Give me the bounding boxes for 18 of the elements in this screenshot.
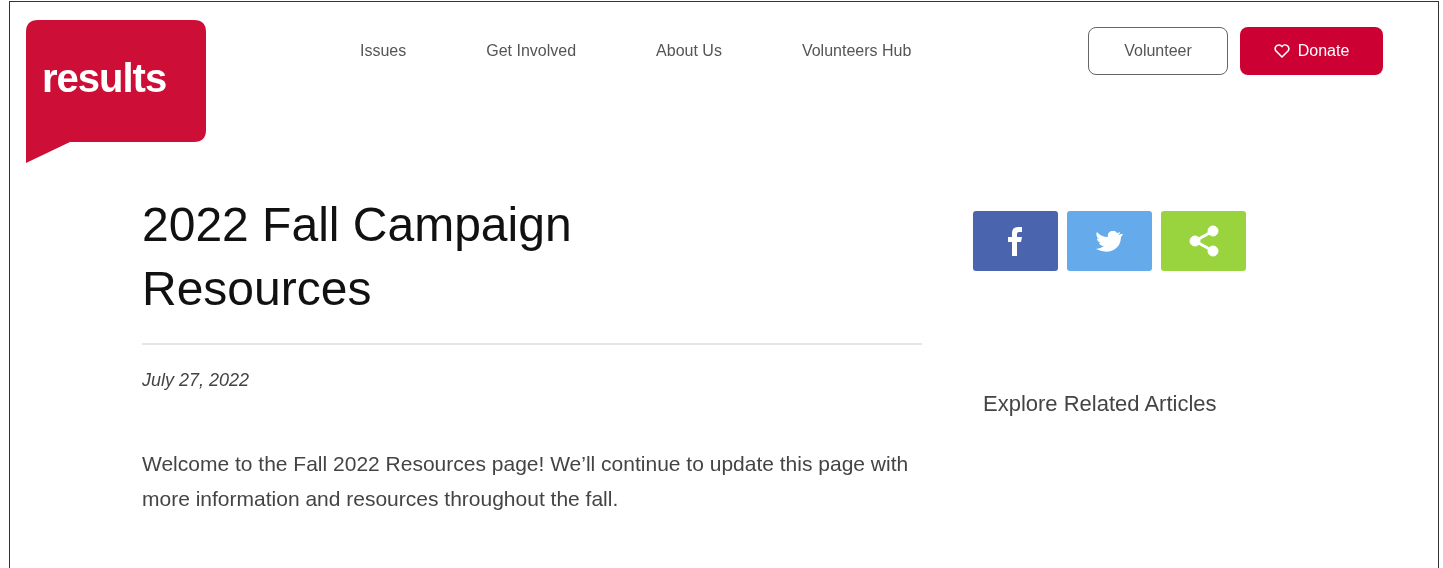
nav-link[interactable]: Issues (360, 40, 407, 62)
nav-link[interactable]: About Us (656, 40, 722, 62)
related-heading: Explore Related Articles (983, 391, 1218, 417)
twitter-button[interactable] (1067, 211, 1152, 271)
donate-button[interactable]: Donate (1240, 27, 1383, 75)
facebook-icon (1008, 226, 1023, 256)
heart-icon (1273, 44, 1290, 58)
bird-icon (1095, 230, 1124, 252)
logo-text: results (42, 55, 167, 102)
nav-link[interactable]: Get Involved (486, 40, 577, 62)
share-button[interactable] (1161, 211, 1246, 271)
share-icon (1188, 225, 1219, 257)
article-date: July 27, 2022 (142, 370, 251, 391)
nav-link[interactable]: Volunteers Hub (801, 40, 912, 62)
article-title: 2022 Fall Campaign Resources (142, 197, 573, 317)
volunteer-button[interactable]: Volunteer (1088, 27, 1228, 75)
facebook-button[interactable] (973, 211, 1058, 271)
intro-paragraph: Welcome to the Fall 2022 Resources page! We’ll continue to update this page with more information and resources throughout the fall. (142, 451, 910, 512)
